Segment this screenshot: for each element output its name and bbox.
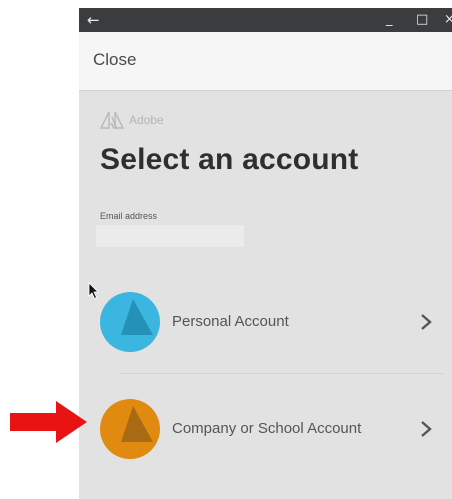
company-account-option[interactable]: Company or School Account (79, 378, 452, 478)
email-field[interactable] (96, 225, 244, 247)
mouse-cursor-icon (88, 282, 99, 300)
maximize-button[interactable]: □ (416, 10, 428, 30)
chevron-right-icon (421, 314, 432, 330)
account-picker: Adobe Select an account Email address Pe… (79, 91, 452, 499)
screenshot-canvas: ← _ □ × Close Adobe Select an account Em… (0, 0, 452, 499)
brand-name: Adobe (129, 113, 164, 127)
minimize-button[interactable]: _ (386, 10, 393, 30)
divider (119, 373, 444, 374)
email-label: Email address (100, 211, 158, 221)
company-account-label: Company or School Account (172, 420, 362, 437)
back-arrow-icon[interactable]: ← (87, 10, 100, 30)
personal-account-icon (100, 292, 160, 352)
app-window: ← _ □ × Close Adobe Select an account Em… (79, 8, 452, 499)
annotation-arrow-icon (10, 401, 87, 443)
close-link[interactable]: Close (93, 50, 136, 70)
chevron-right-icon (421, 421, 432, 437)
close-bar: Close (79, 32, 452, 91)
window-close-button[interactable]: × (444, 10, 452, 30)
personal-account-label: Personal Account (172, 313, 289, 330)
company-account-icon (100, 399, 160, 459)
window-titlebar: ← _ □ × (79, 8, 452, 32)
adobe-logo-icon (100, 111, 124, 129)
page-title: Select an account (100, 143, 359, 176)
personal-account-option[interactable]: Personal Account (79, 271, 452, 371)
